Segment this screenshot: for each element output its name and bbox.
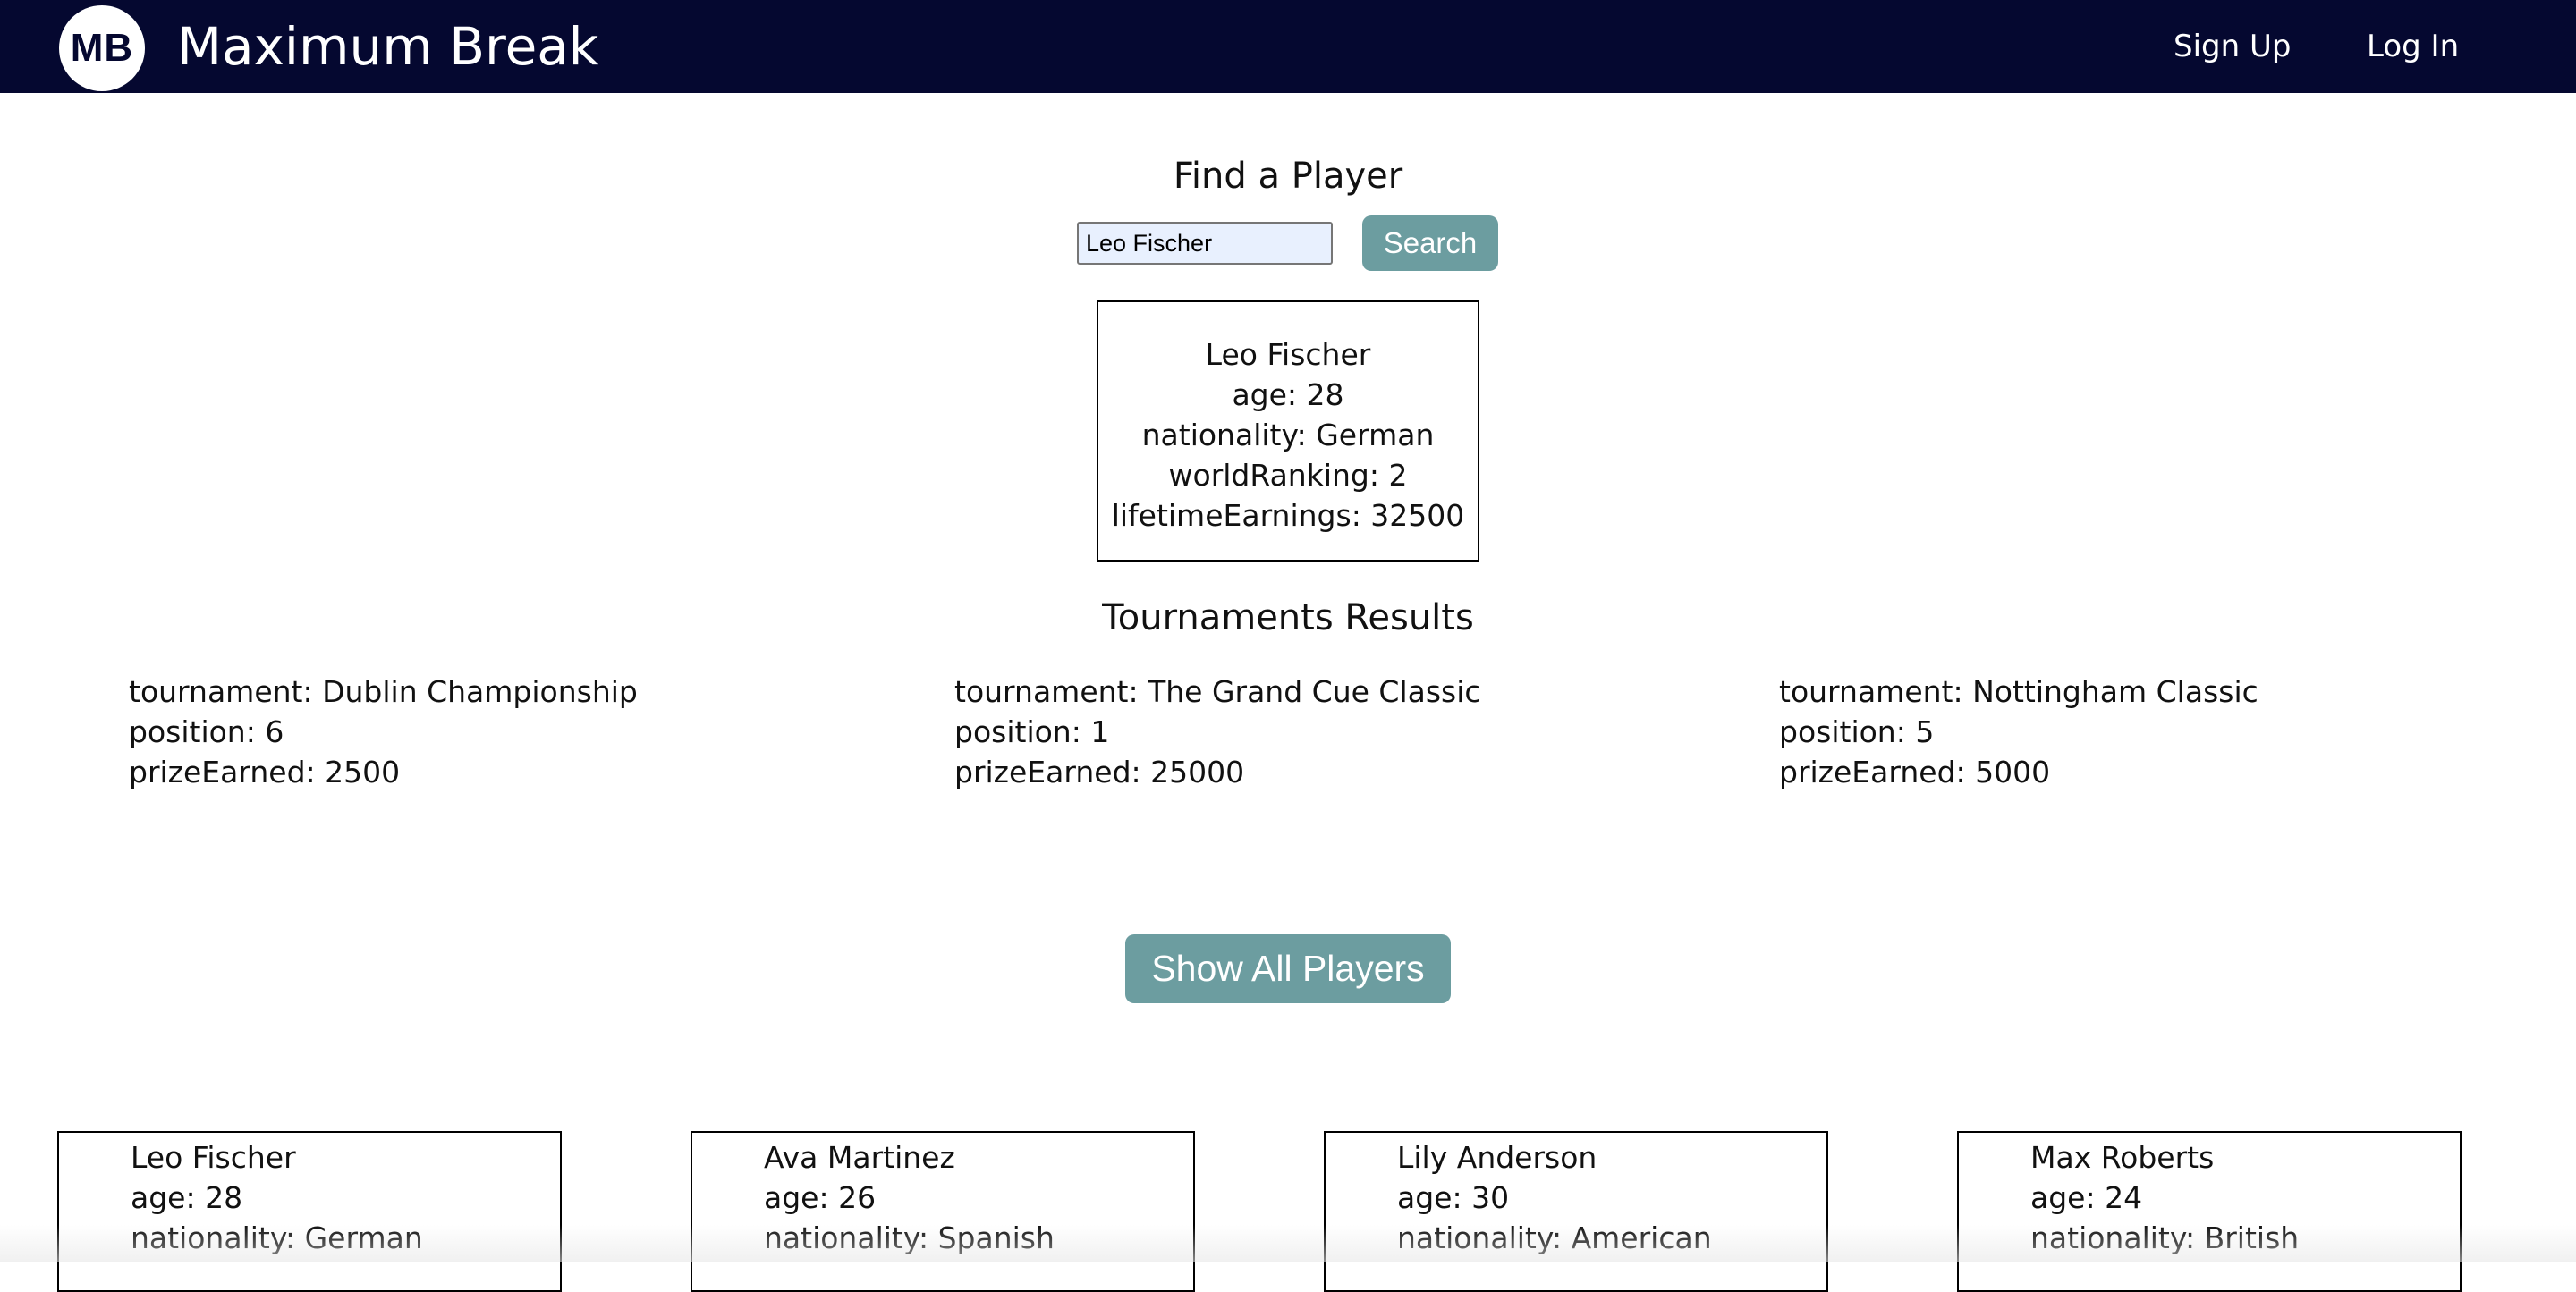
show-all-players-button[interactable]: Show All Players	[1125, 934, 1451, 1003]
player-nationality: nationality: German	[1141, 418, 1435, 452]
player-card-name: Ava Martinez	[764, 1140, 955, 1175]
find-player-heading: Find a Player	[1173, 156, 1403, 197]
result-tournament: tournament: Dublin Championship	[129, 674, 638, 709]
player-list-card[interactable]: Ava Martinez age: 26 nationality: Spanis…	[691, 1131, 1195, 1292]
player-card-age: age: 26	[764, 1180, 877, 1215]
tournament-result: tournament: The Grand Cue Classic positi…	[954, 671, 1481, 792]
player-card-name: Lily Anderson	[1397, 1140, 1597, 1175]
result-position: position: 1	[954, 714, 1110, 749]
tournament-result: tournament: Dublin Championship position…	[129, 671, 638, 792]
tournament-result: tournament: Nottingham Classic position:…	[1779, 671, 2258, 792]
login-link[interactable]: Log In	[2367, 27, 2459, 66]
logo[interactable]: MB	[59, 5, 145, 91]
player-age: age: 28	[1232, 377, 1344, 412]
result-prize: prizeEarned: 2500	[129, 755, 401, 790]
result-position: position: 5	[1779, 714, 1935, 749]
player-name: Leo Fischer	[1205, 337, 1371, 372]
player-list-card[interactable]: Lily Anderson age: 30 nationality: Ameri…	[1324, 1131, 1828, 1292]
player-details-card: Leo Fischer age: 28 nationality: German …	[1097, 300, 1479, 562]
result-prize: prizeEarned: 25000	[954, 755, 1245, 790]
search-button[interactable]: Search	[1362, 215, 1498, 271]
result-prize: prizeEarned: 5000	[1779, 755, 2051, 790]
player-card-name: Max Roberts	[2030, 1140, 2215, 1175]
player-card-nationality: nationality: American	[1397, 1220, 1712, 1255]
result-tournament: tournament: The Grand Cue Classic	[954, 674, 1481, 709]
player-card-nationality: nationality: German	[131, 1220, 423, 1255]
player-list-card[interactable]: Leo Fischer age: 28 nationality: German	[57, 1131, 562, 1292]
player-card-age: age: 24	[2030, 1180, 2143, 1215]
player-card-nationality: nationality: British	[2030, 1220, 2300, 1255]
player-card-nationality: nationality: Spanish	[764, 1220, 1055, 1255]
signup-link[interactable]: Sign Up	[2174, 27, 2291, 66]
player-search-input[interactable]	[1077, 222, 1333, 265]
player-card-age: age: 30	[1397, 1180, 1510, 1215]
brand-title[interactable]: Maximum Break	[177, 13, 598, 80]
top-navbar: MB Maximum Break Sign Up Log In	[0, 0, 2576, 93]
player-card-name: Leo Fischer	[131, 1140, 296, 1175]
result-position: position: 6	[129, 714, 284, 749]
player-card-age: age: 28	[131, 1180, 243, 1215]
tournament-results-heading: Tournaments Results	[1102, 597, 1474, 638]
result-tournament: tournament: Nottingham Classic	[1779, 674, 2258, 709]
player-list-card[interactable]: Max Roberts age: 24 nationality: British	[1957, 1131, 2462, 1292]
player-lifetime-earnings: lifetimeEarnings: 32500	[1111, 498, 1465, 533]
player-world-ranking: worldRanking: 2	[1168, 458, 1408, 493]
